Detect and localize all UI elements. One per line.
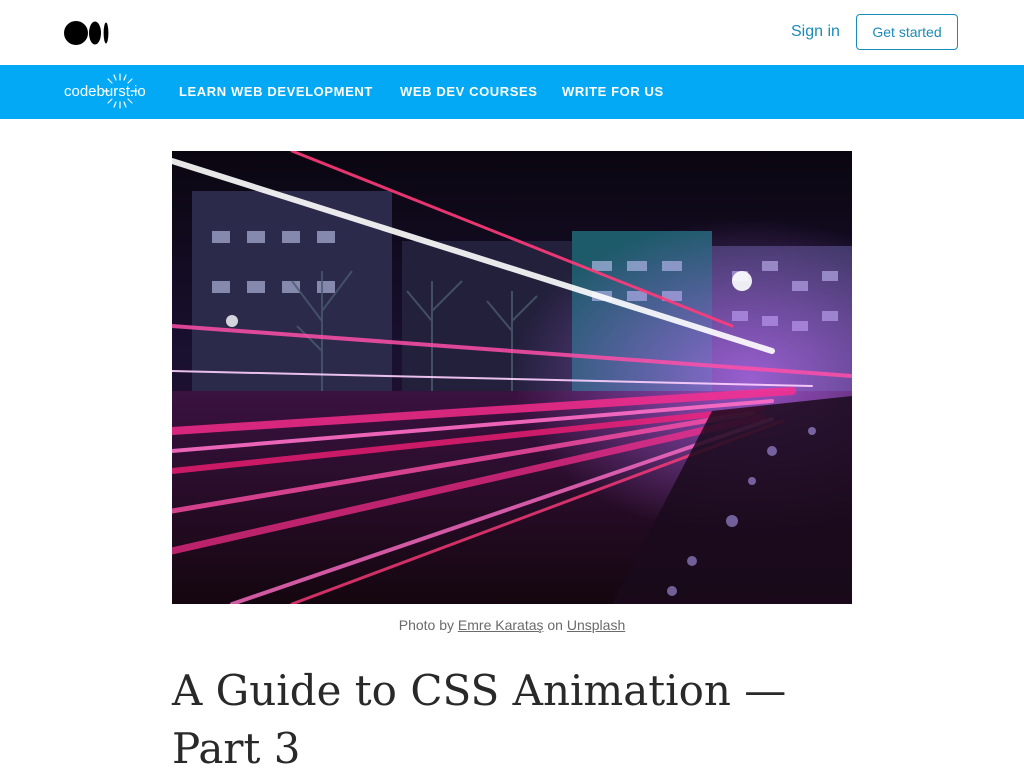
hero-image bbox=[172, 151, 852, 604]
photographer-link[interactable]: Emre Karataş bbox=[458, 617, 544, 633]
caption-prefix: Photo by bbox=[398, 617, 455, 633]
nav-web-dev-courses[interactable]: WEB DEV COURSES bbox=[400, 65, 538, 119]
publication-nav-bar: codeburst.io LEARN WEB DEVELOPMENT WEB D… bbox=[0, 65, 1024, 119]
article-title: A Guide to CSS Animation — Part 3 bbox=[172, 666, 787, 773]
sign-in-link[interactable]: Sign in bbox=[791, 23, 840, 41]
codeburst-logo[interactable]: codeburst.io bbox=[64, 73, 146, 109]
top-bar: Sign in Get started bbox=[0, 0, 1024, 65]
medium-logo-icon[interactable] bbox=[64, 20, 110, 46]
image-caption: Photo by Emre Karataş on Unsplash bbox=[172, 617, 852, 633]
unsplash-link[interactable]: Unsplash bbox=[567, 617, 625, 633]
light-trails-photo bbox=[172, 151, 852, 604]
nav-learn-web-development[interactable]: LEARN WEB DEVELOPMENT bbox=[179, 65, 373, 119]
get-started-button[interactable]: Get started bbox=[856, 14, 958, 50]
caption-middle: on bbox=[547, 617, 563, 633]
publication-name: codeburst.io bbox=[64, 83, 146, 100]
nav-write-for-us[interactable]: WRITE FOR US bbox=[562, 65, 664, 119]
